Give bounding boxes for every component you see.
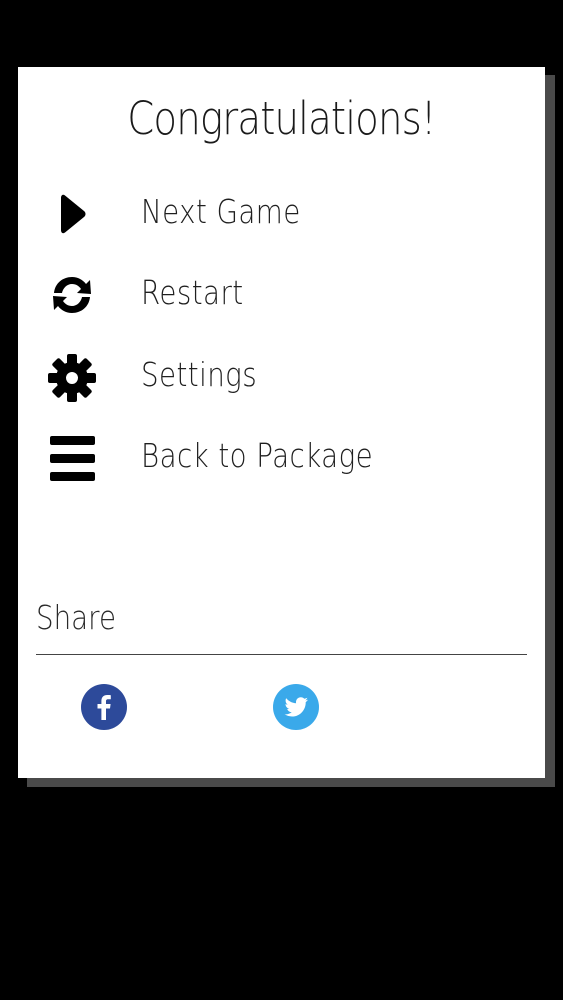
twitter-share-button[interactable] bbox=[273, 684, 319, 730]
settings-button[interactable]: Settings bbox=[40, 345, 520, 409]
settings-label: Settings bbox=[141, 355, 258, 394]
back-to-package-label: Back to Package bbox=[141, 436, 374, 475]
next-game-label: Next Game bbox=[141, 192, 301, 231]
share-heading: Share bbox=[36, 598, 116, 637]
gear-icon bbox=[40, 345, 104, 409]
twitter-icon bbox=[273, 684, 319, 730]
facebook-icon bbox=[81, 684, 127, 730]
share-divider bbox=[36, 654, 527, 655]
play-icon bbox=[40, 182, 104, 246]
dialog-title: Congratulations! bbox=[127, 92, 436, 145]
next-game-button[interactable]: Next Game bbox=[40, 182, 520, 246]
facebook-share-button[interactable] bbox=[81, 684, 127, 730]
refresh-icon bbox=[40, 263, 104, 327]
restart-button[interactable]: Restart bbox=[40, 263, 520, 327]
back-to-package-button[interactable]: Back to Package bbox=[40, 426, 520, 490]
restart-label: Restart bbox=[141, 273, 244, 312]
congratulations-dialog bbox=[18, 67, 545, 778]
hamburger-menu-icon bbox=[40, 426, 104, 490]
